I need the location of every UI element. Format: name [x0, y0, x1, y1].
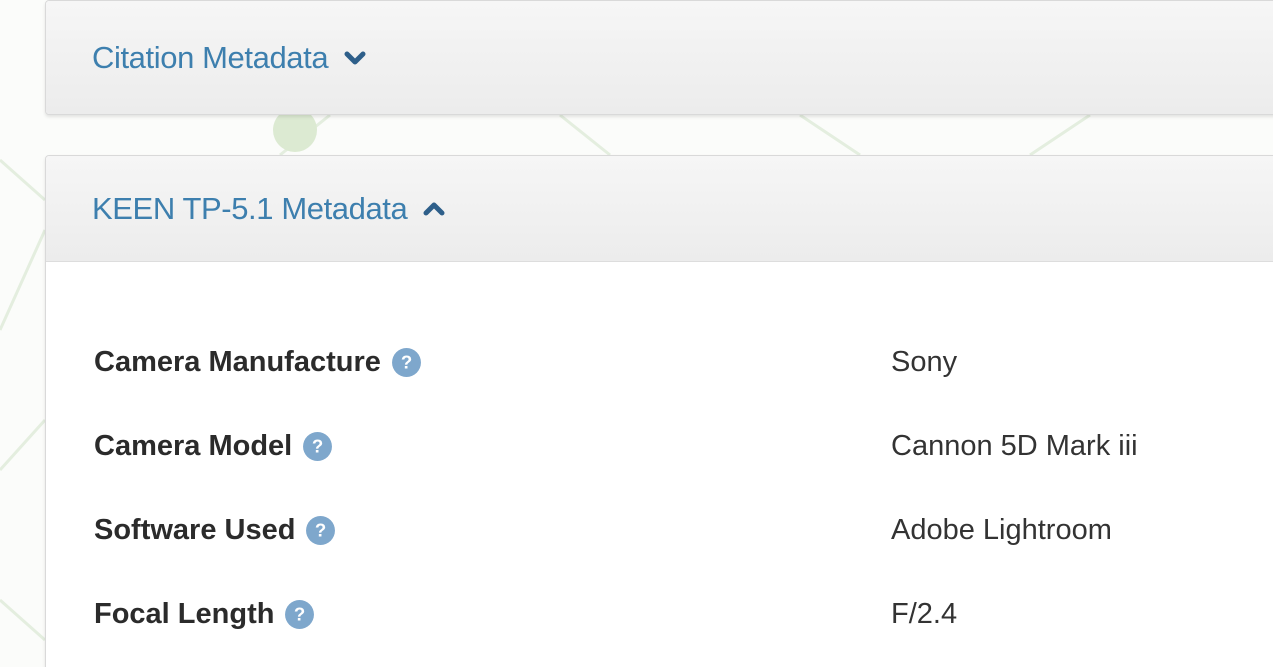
field-value: Sony — [891, 346, 958, 378]
field-row-camera-manufacture: Camera Manufacture ? Sony — [94, 319, 1273, 406]
field-value: Cannon 5D Mark iii — [891, 430, 1138, 462]
keen-metadata-toggle[interactable]: KEEN TP-5.1 Metadata — [46, 156, 1273, 262]
svg-text:?: ? — [294, 604, 305, 625]
field-row-focal-length: Focal Length ? F/2.4 — [94, 571, 1273, 658]
chevron-down-icon[interactable] — [344, 50, 366, 66]
field-value: Adobe Lightroom — [891, 514, 1112, 546]
keen-metadata-panel: KEEN TP-5.1 Metadata Camera Manufacture … — [45, 155, 1273, 667]
field-value: F/2.4 — [891, 598, 958, 630]
field-label: Camera Model — [94, 430, 293, 462]
help-icon[interactable]: ? — [302, 431, 333, 462]
help-icon[interactable]: ? — [284, 599, 315, 630]
field-label: Software Used — [94, 514, 296, 546]
metadata-fields: Camera Manufacture ? Sony Camera Model ?… — [46, 262, 1273, 658]
svg-text:?: ? — [312, 436, 323, 457]
field-row-camera-model: Camera Model ? Cannon 5D Mark iii — [94, 403, 1273, 490]
help-icon[interactable]: ? — [305, 515, 336, 546]
field-label: Focal Length — [94, 598, 275, 630]
field-row-software-used: Software Used ? Adobe Lightroom — [94, 487, 1273, 574]
keen-metadata-title[interactable]: KEEN TP-5.1 Metadata — [92, 191, 408, 227]
citation-metadata-title[interactable]: Citation Metadata — [92, 40, 329, 76]
svg-text:?: ? — [401, 352, 412, 373]
citation-metadata-panel: Citation Metadata — [45, 0, 1273, 115]
chevron-up-icon[interactable] — [423, 201, 445, 217]
svg-text:?: ? — [315, 520, 326, 541]
help-icon[interactable]: ? — [391, 347, 422, 378]
citation-metadata-toggle[interactable]: Citation Metadata — [46, 1, 1273, 114]
field-label: Camera Manufacture — [94, 346, 381, 378]
